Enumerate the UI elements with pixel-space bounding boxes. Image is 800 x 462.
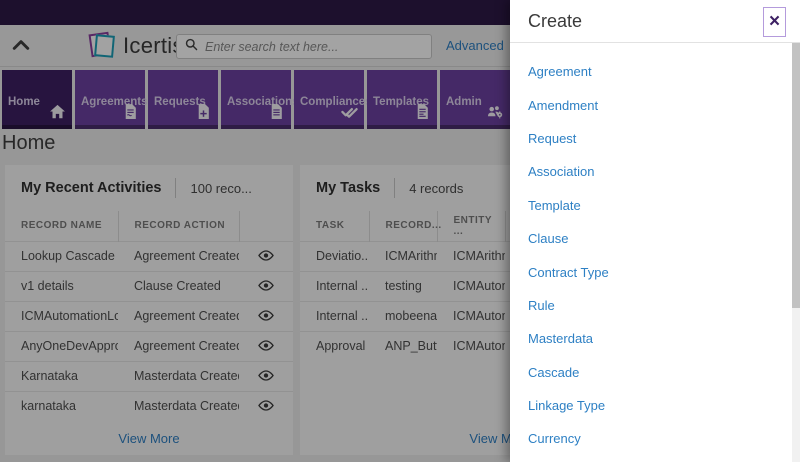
scrollbar-thumb[interactable] (792, 43, 800, 308)
create-option-masterdata[interactable]: Masterdata (510, 322, 792, 355)
create-option-rule[interactable]: Rule (510, 289, 792, 322)
icertis-app-screen: Icertis Advanced Home Agreements Request… (0, 0, 800, 462)
create-option-agreement[interactable]: Agreement (510, 55, 792, 88)
create-option-linkage-type[interactable]: Linkage Type (510, 389, 792, 422)
create-option-amendment[interactable]: Amendment (510, 88, 792, 121)
create-option-currency[interactable]: Currency (510, 422, 792, 455)
create-panel-title: Create (528, 11, 582, 32)
create-option-template[interactable]: Template (510, 189, 792, 222)
create-panel-header: Create × (510, 0, 800, 43)
create-panel: Create × Agreement Amendment Request Ass… (510, 0, 800, 462)
create-option-association[interactable]: Association (510, 155, 792, 188)
create-option-cascade[interactable]: Cascade (510, 356, 792, 389)
create-option-request[interactable]: Request (510, 122, 792, 155)
create-options-list: Agreement Amendment Request Association … (510, 43, 792, 462)
create-option-contract-type[interactable]: Contract Type (510, 255, 792, 288)
create-option-clause[interactable]: Clause (510, 222, 792, 255)
close-icon[interactable]: × (763, 7, 786, 37)
scrollbar-track[interactable] (792, 43, 800, 462)
